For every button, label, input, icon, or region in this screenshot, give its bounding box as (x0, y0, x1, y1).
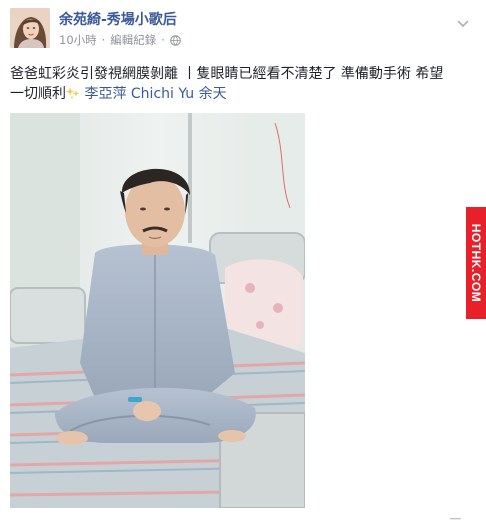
meta-separator: · (161, 33, 165, 47)
post-text-line: 一切順利 李亞萍 Chichi Yu 余天 (10, 84, 476, 104)
post-text-line: 爸爸虹彩炎引發視網膜剝離 丨隻眼睛已經看不清楚了 準備動手術 希望 (10, 66, 444, 82)
post-time[interactable]: 10小時 (59, 32, 97, 48)
tagged-people[interactable]: 李亞萍 Chichi Yu 余天 (84, 86, 226, 102)
facebook-post: 余苑綺-秀場小歌后 10小時 · 編輯紀錄 · 爸爸虹彩炎引發視網膜剝離 丨隻眼… (0, 0, 486, 522)
post-header: 余苑綺-秀場小歌后 10小時 · 編輯紀錄 · (10, 8, 476, 54)
author-name[interactable]: 余苑綺-秀場小歌后 (59, 9, 177, 29)
globe-icon[interactable] (170, 34, 181, 46)
post-meta: 10小時 · 編輯紀錄 · (59, 32, 181, 48)
post-text: 爸爸虹彩炎引發視網膜剝離 丨隻眼睛已經看不清楚了 準備動手術 希望 一切順利 李… (10, 64, 476, 104)
avatar[interactable] (10, 8, 50, 48)
watermark-label: HOTHK.COM (469, 223, 483, 303)
meta-separator: · (101, 33, 106, 47)
chevron-down-icon[interactable] (456, 14, 470, 28)
corner-mark: ▁▁ (450, 510, 461, 520)
sparkle-icon (65, 86, 80, 100)
edit-history-link[interactable]: 編輯紀錄 (110, 32, 156, 48)
post-text-fragment: 一切順利 (10, 86, 66, 102)
site-watermark: HOTHK.COM (466, 207, 486, 319)
post-photo[interactable] (10, 113, 305, 508)
